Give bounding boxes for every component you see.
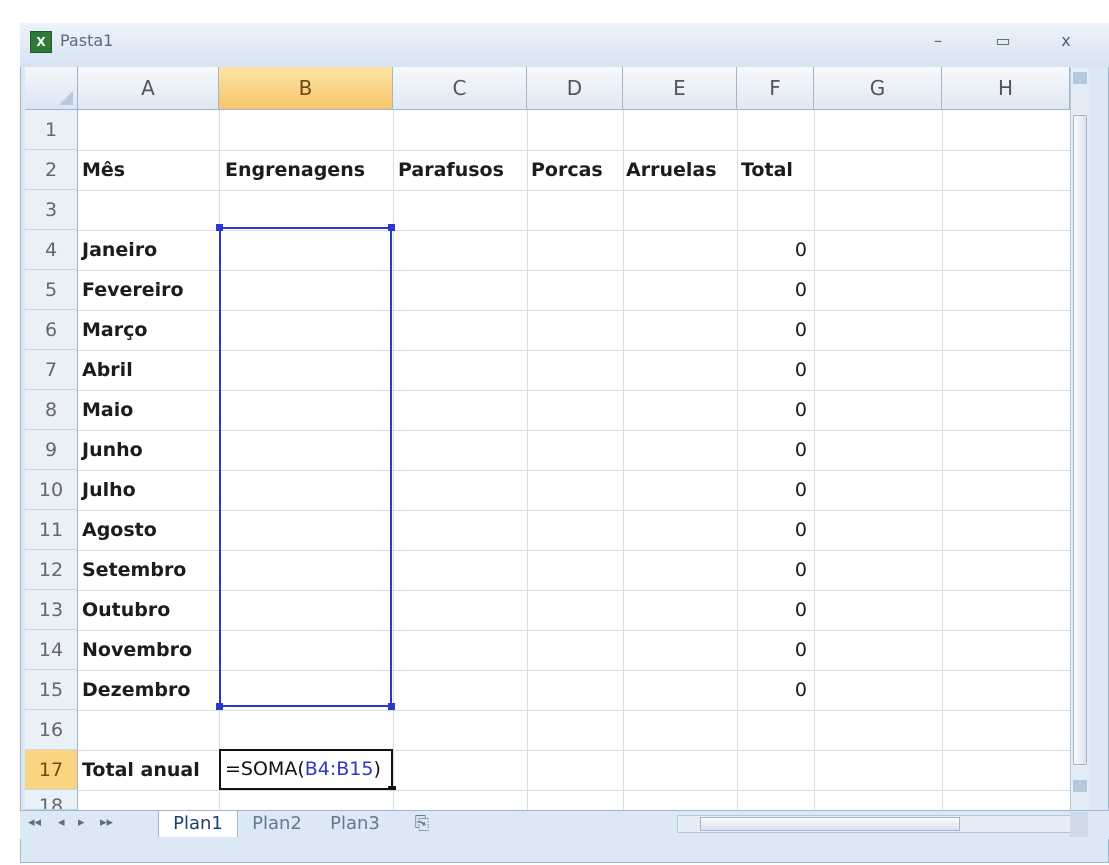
cell-a4-month[interactable]: Janeiro: [82, 230, 157, 270]
row-header-18[interactable]: 18: [25, 790, 78, 810]
cell-a13-month[interactable]: Outubro: [82, 590, 170, 630]
cell-a14-month[interactable]: Novembro: [82, 630, 192, 670]
cell-a8-month[interactable]: Maio: [82, 390, 133, 430]
cell-d2-header-porcas[interactable]: Porcas: [531, 150, 603, 190]
row-header-2[interactable]: 2: [25, 150, 78, 190]
close-button[interactable]: x: [1048, 29, 1084, 53]
cell-a2-header-mes[interactable]: Mês: [82, 150, 125, 190]
next-sheet-icon[interactable]: ▸: [78, 815, 85, 830]
row-header-7[interactable]: 7: [25, 350, 78, 390]
vertical-scrollbar[interactable]: [1070, 68, 1089, 828]
column-header-a[interactable]: A: [78, 67, 219, 110]
horizontal-scrollbar[interactable]: [677, 815, 1077, 833]
cell-a6-month[interactable]: Março: [82, 310, 147, 350]
cell-f5-total[interactable]: 0: [737, 270, 807, 310]
cell-a17-total-anual[interactable]: Total anual: [82, 750, 200, 790]
first-sheet-icon[interactable]: ◂◂: [28, 815, 41, 830]
sheet-tab-plan2[interactable]: Plan2: [242, 811, 312, 837]
cell-f15-total[interactable]: 0: [737, 670, 807, 710]
sheet-tab-plan1[interactable]: Plan1: [158, 811, 238, 837]
cell-f10-total[interactable]: 0: [737, 470, 807, 510]
cell-f4-total[interactable]: 0: [737, 230, 807, 270]
cell-f12-total[interactable]: 0: [737, 550, 807, 590]
cell-a11-month[interactable]: Agosto: [82, 510, 157, 550]
gridline: [623, 110, 624, 810]
cell-f2-header-total[interactable]: Total: [741, 150, 793, 190]
row-header-14[interactable]: 14: [25, 630, 78, 670]
cell-a15-month[interactable]: Dezembro: [82, 670, 190, 710]
row-header-17[interactable]: 17: [25, 750, 78, 790]
column-header-g[interactable]: G: [814, 67, 942, 110]
row-header-15[interactable]: 15: [25, 670, 78, 710]
minimize-button[interactable]: –: [920, 29, 956, 53]
row-header-9[interactable]: 9: [25, 430, 78, 470]
select-all-corner[interactable]: [25, 67, 78, 110]
row-header-16[interactable]: 16: [25, 710, 78, 750]
column-header-c[interactable]: C: [393, 67, 527, 110]
formula-text[interactable]: =SOMA(B4:B15): [225, 749, 381, 789]
gridline: [78, 790, 1070, 791]
cell-b2-header-engrenagens[interactable]: Engrenagens: [225, 150, 365, 190]
row-header-13[interactable]: 13: [25, 590, 78, 630]
sheet-tab-plan3[interactable]: Plan3: [320, 811, 390, 837]
last-sheet-icon[interactable]: ▸▸: [100, 815, 113, 830]
window-title: Pasta1: [60, 31, 114, 50]
row-header-11[interactable]: 11: [25, 510, 78, 550]
gridline: [527, 110, 528, 810]
scroll-up-icon[interactable]: [1073, 72, 1087, 84]
insert-sheet-icon[interactable]: ⎘: [398, 811, 446, 837]
cell-f8-total[interactable]: 0: [737, 390, 807, 430]
row-header-6[interactable]: 6: [25, 310, 78, 350]
gridline: [78, 710, 1070, 711]
column-header-e[interactable]: E: [623, 67, 737, 110]
formula-reference-range: [219, 227, 392, 707]
cell-f6-total[interactable]: 0: [737, 310, 807, 350]
cell-f11-total[interactable]: 0: [737, 510, 807, 550]
gridline: [78, 190, 1070, 191]
sheet-tab-bar: ◂◂ ◂ ▸ ▸▸ Plan1 Plan2 Plan3 ⎘: [20, 810, 1109, 839]
horizontal-scroll-thumb[interactable]: [700, 817, 960, 831]
row-header-12[interactable]: 12: [25, 550, 78, 590]
prev-sheet-icon[interactable]: ◂: [58, 815, 65, 830]
scroll-down-icon[interactable]: [1073, 780, 1087, 792]
gridline: [814, 110, 815, 810]
cell-f7-total[interactable]: 0: [737, 350, 807, 390]
vertical-scroll-thumb[interactable]: [1073, 115, 1087, 765]
column-header-f[interactable]: F: [737, 67, 814, 110]
row-header-4[interactable]: 4: [25, 230, 78, 270]
cell-f14-total[interactable]: 0: [737, 630, 807, 670]
fill-handle[interactable]: [388, 786, 396, 790]
row-header-5[interactable]: 5: [25, 270, 78, 310]
cell-f13-total[interactable]: 0: [737, 590, 807, 630]
formula-range-ref: B4:B15: [304, 758, 374, 780]
cell-a10-month[interactable]: Julho: [82, 470, 136, 510]
column-header-h[interactable]: H: [942, 67, 1070, 110]
resize-grip-icon[interactable]: [1070, 812, 1088, 837]
cell-e2-header-arruelas[interactable]: Arruelas: [626, 150, 717, 190]
cell-a9-month[interactable]: Junho: [82, 430, 143, 470]
cell-a5-month[interactable]: Fevereiro: [82, 270, 184, 310]
range-handle[interactable]: [216, 703, 223, 710]
row-header-1[interactable]: 1: [25, 110, 78, 150]
formula-prefix: =SOMA(: [225, 758, 305, 780]
row-header-8[interactable]: 8: [25, 390, 78, 430]
range-handle[interactable]: [388, 224, 395, 231]
cell-a12-month[interactable]: Setembro: [82, 550, 186, 590]
formula-suffix: ): [373, 758, 381, 780]
gridline: [942, 110, 943, 810]
excel-icon[interactable]: X: [30, 31, 52, 53]
column-header-b[interactable]: B: [219, 67, 393, 110]
cell-c2-header-parafusos[interactable]: Parafusos: [398, 150, 504, 190]
column-header-d[interactable]: D: [527, 67, 623, 110]
cell-a7-month[interactable]: Abril: [82, 350, 133, 390]
range-handle[interactable]: [216, 224, 223, 231]
range-handle[interactable]: [388, 703, 395, 710]
cell-f9-total[interactable]: 0: [737, 430, 807, 470]
title-bar: X Pasta1 – ▭ x: [20, 23, 1109, 67]
row-header-10[interactable]: 10: [25, 470, 78, 510]
restore-button[interactable]: ▭: [985, 29, 1021, 53]
row-header-3[interactable]: 3: [25, 190, 78, 230]
